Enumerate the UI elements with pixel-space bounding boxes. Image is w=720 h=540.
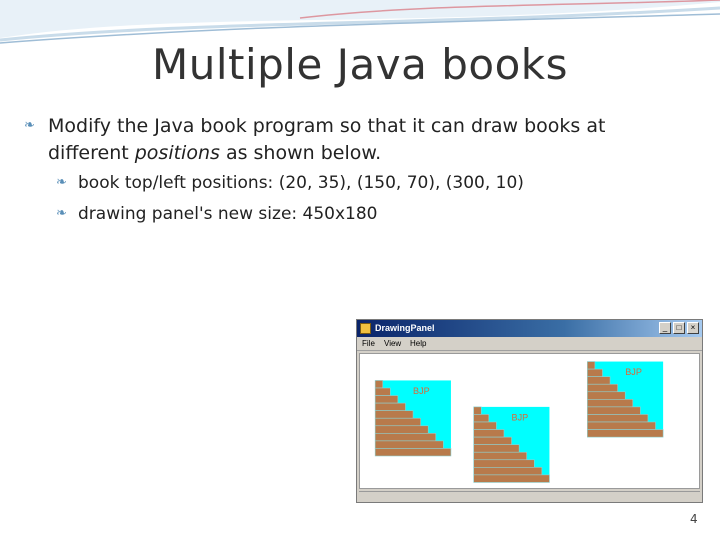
bullet-main-text-end: as shown below. (219, 142, 382, 164)
book-stripe (587, 429, 664, 438)
book-stripe (587, 383, 618, 393)
bullet-main-line2: different positions as shown below. (48, 140, 712, 167)
menu-view[interactable]: View (384, 338, 401, 350)
menu-bar: File View Help (357, 337, 702, 351)
drawing-canvas: BJP BJP BJP (359, 353, 700, 489)
feather-bullet-icon: ❧ (24, 118, 35, 133)
book-stripe (374, 417, 421, 427)
book-stripe (473, 436, 512, 445)
books-drawing: BJP BJP BJP (374, 361, 664, 483)
sub-bullet-positions: ❧ book top/left positions: (20, 35), (15… (22, 169, 712, 198)
book-stripe (473, 459, 535, 468)
sub-bullet-size: ❧ drawing panel's new size: 450x180 (22, 200, 712, 229)
book-stripe (587, 414, 649, 423)
book-stripe (374, 425, 429, 434)
book-label: BJP (512, 413, 529, 423)
book-label: BJP (413, 386, 430, 396)
book-stripe (473, 406, 482, 415)
menu-help[interactable]: Help (410, 338, 426, 350)
book-stripe (473, 451, 528, 461)
window-titlebar[interactable]: DrawingPanel _ □ × (357, 320, 702, 337)
feather-bullet-icon: ❧ (56, 175, 67, 190)
book-stripe (374, 402, 406, 411)
drawing-panel-window: DrawingPanel _ □ × File View Help BJP BJP… (356, 319, 703, 503)
book-label: BJP (625, 367, 642, 377)
minimize-button[interactable]: _ (659, 322, 671, 334)
book-stripe (374, 440, 444, 449)
book-stripe (587, 368, 603, 377)
bullet-main-text: different (48, 142, 135, 164)
book-stripe (587, 376, 611, 385)
book-stripe (473, 474, 550, 483)
book: BJP (587, 361, 664, 438)
feather-bullet-icon: ❧ (56, 206, 67, 221)
book: BJP (473, 406, 550, 483)
book-stripe (587, 399, 634, 408)
bullet-main-line1: Modify the Java book program so that it … (48, 115, 606, 137)
book: BJP (374, 380, 452, 457)
page-number: 4 (690, 512, 698, 526)
book-stripe (587, 406, 641, 415)
slide: Multiple Java books ❧ Modify the Java bo… (0, 0, 720, 540)
close-button[interactable]: × (687, 322, 699, 334)
book-stripe (374, 380, 384, 389)
maximize-button[interactable]: □ (673, 322, 685, 334)
book-stripe (473, 414, 490, 423)
book-stripe (587, 361, 596, 370)
book-stripe (473, 429, 505, 438)
book-stripe (374, 387, 391, 396)
book-stripe (374, 395, 399, 404)
book-stripe (374, 433, 437, 442)
page-title: Multiple Java books (151, 40, 568, 89)
book-stripe (473, 444, 520, 453)
book-stripe (374, 410, 414, 419)
java-app-icon (360, 323, 371, 334)
book-stripe (473, 467, 543, 476)
bullet-main-emphasis: positions (134, 142, 220, 164)
sub-bullet-text: book top/left positions: (20, 35), (150,… (78, 173, 524, 193)
bullet-main: ❧ Modify the Java book program so that i… (22, 113, 712, 167)
window-title: DrawingPanel (375, 323, 435, 333)
bullet-list: ❧ Modify the Java book program so that i… (22, 113, 712, 229)
sub-bullet-text: drawing panel's new size: 450x180 (78, 204, 378, 224)
status-bar (359, 491, 700, 501)
book-stripe (374, 448, 452, 457)
book-stripe (473, 421, 497, 430)
book-stripe (587, 391, 626, 400)
menu-file[interactable]: File (362, 338, 375, 350)
book-stripe (587, 421, 656, 430)
